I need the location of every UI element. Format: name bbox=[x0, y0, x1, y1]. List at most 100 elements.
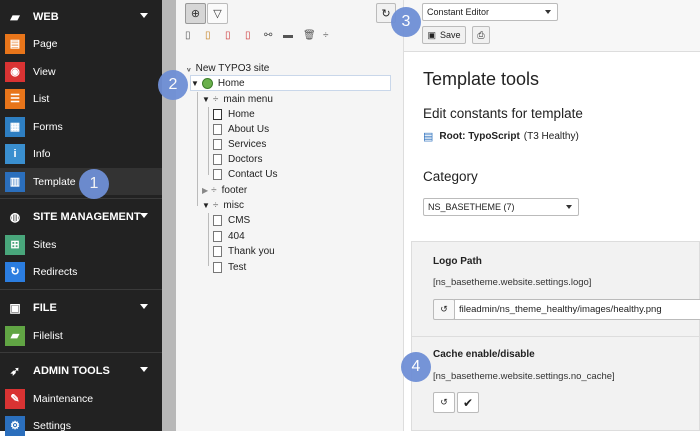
tree-node[interactable]: 404 bbox=[213, 229, 245, 244]
tree-node[interactable]: Home bbox=[213, 107, 255, 122]
chevron-down-icon bbox=[566, 205, 572, 209]
tree-node-label: Services bbox=[228, 139, 267, 150]
page-icon bbox=[213, 215, 222, 226]
folder-icon[interactable]: ▬ bbox=[283, 30, 293, 41]
tree-node-home[interactable]: ▼ Home bbox=[191, 76, 245, 91]
module-maintenance-label: Maintenance bbox=[33, 392, 94, 405]
eye-icon: ◉ bbox=[5, 61, 25, 82]
tree-node-misc[interactable]: ▼ ÷ misc bbox=[202, 198, 244, 213]
module-view[interactable]: ◉ View bbox=[0, 58, 162, 85]
tree-node[interactable]: Thank you bbox=[213, 244, 275, 259]
collapse-icon: ▼ bbox=[202, 201, 210, 210]
module-page[interactable]: ▤ Page bbox=[0, 30, 162, 57]
module-filelist[interactable]: ▰ Filelist bbox=[0, 322, 162, 349]
section-file-label: FILE bbox=[33, 302, 57, 314]
module-template-label: Template bbox=[33, 175, 76, 188]
tree-line bbox=[197, 92, 198, 206]
callout-badge: 1 bbox=[79, 169, 109, 199]
tree-node-label: Thank you bbox=[228, 246, 275, 257]
section-site-management[interactable]: ◍ SITE MANAGEMENT bbox=[0, 204, 162, 230]
save-icon: ▣ bbox=[427, 29, 436, 40]
tree-line bbox=[208, 213, 209, 266]
tree-node[interactable]: Contact Us bbox=[213, 167, 277, 182]
constant-cache-panel: Cache enable/disable [ns_basetheme.websi… bbox=[411, 337, 700, 431]
section-admin-tools-label: ADMIN TOOLS bbox=[33, 365, 110, 377]
callout-badge: 2 bbox=[158, 70, 188, 100]
module-info[interactable]: i Info bbox=[0, 140, 162, 167]
module-forms[interactable]: ▦ Forms bbox=[0, 113, 162, 140]
constant-cache-key: [ns_basetheme.website.settings.no_cache] bbox=[433, 371, 615, 382]
page-type-icon[interactable]: ▯ bbox=[185, 30, 191, 41]
reset-logo-button[interactable]: ↺ bbox=[433, 299, 455, 320]
module-page-label: Page bbox=[33, 37, 58, 50]
link-icon[interactable]: ⚯ bbox=[264, 30, 272, 41]
refresh-icon: ↻ bbox=[381, 7, 391, 20]
new-page-button[interactable]: ⊕ bbox=[185, 3, 206, 24]
page-icon bbox=[213, 262, 222, 273]
sites-icon: ⊞ bbox=[5, 234, 25, 255]
callout-badge: 4 bbox=[401, 352, 431, 382]
page-type-icon[interactable]: ▯ bbox=[225, 30, 231, 41]
chevron-down-icon bbox=[140, 213, 148, 218]
constant-cache-label: Cache enable/disable bbox=[433, 349, 535, 360]
callout-badge: 3 bbox=[391, 7, 421, 37]
save-button[interactable]: ▣ Save bbox=[422, 26, 466, 44]
module-redirects[interactable]: ↻ Redirects bbox=[0, 258, 162, 285]
module-view-label: View bbox=[33, 65, 56, 78]
page-icon bbox=[213, 169, 222, 180]
tree-node[interactable]: Test bbox=[213, 260, 246, 275]
cache-checkbox-button[interactable]: ✔ bbox=[457, 392, 479, 413]
divider-icon[interactable]: ÷ bbox=[323, 30, 329, 41]
logo-path-input[interactable]: fileadmin/ns_theme_healthy/images/health… bbox=[454, 299, 700, 320]
section-web[interactable]: ▰ WEB bbox=[0, 4, 162, 30]
section-file[interactable]: ▣ FILE bbox=[0, 295, 162, 321]
tree-node-footer[interactable]: ▶ ÷ footer bbox=[202, 183, 247, 198]
constant-logo-key: [ns_basetheme.website.settings.logo] bbox=[433, 277, 592, 288]
tree-root[interactable]: ᵥ New TYPO3 site bbox=[187, 61, 269, 76]
module-sites-label: Sites bbox=[33, 238, 57, 251]
doc-header: ↻ Constant Editor ▣ Save ⎙ bbox=[376, 0, 700, 52]
constant-logo-panel: Logo Path [ns_basetheme.website.settings… bbox=[411, 241, 700, 337]
divider bbox=[0, 198, 162, 199]
filter-button[interactable]: ▽ bbox=[207, 3, 228, 24]
module-list[interactable]: ☰ List bbox=[0, 85, 162, 112]
tree-node[interactable]: Services bbox=[213, 137, 266, 152]
module-sites[interactable]: ⊞ Sites bbox=[0, 231, 162, 258]
template-root[interactable]: ▤ Root: TypoScript (T3 Healthy) bbox=[423, 130, 579, 143]
category-select-value: NS_BASETHEME (7) bbox=[428, 202, 515, 212]
tree-node[interactable]: Doctors bbox=[213, 152, 262, 167]
module-settings[interactable]: ⚙ Settings bbox=[0, 412, 162, 439]
redirects-icon: ↻ bbox=[5, 261, 25, 282]
filelist-icon: ▰ bbox=[5, 325, 25, 346]
trash-icon[interactable]: 🗑 bbox=[303, 30, 316, 41]
wrench-icon: ✎ bbox=[5, 388, 25, 409]
section-site-management-label: SITE MANAGEMENT bbox=[33, 211, 141, 223]
tree-node-label: CMS bbox=[228, 215, 251, 226]
page-icon bbox=[213, 139, 222, 150]
tree-node[interactable]: CMS bbox=[213, 213, 250, 228]
tree-node-main-menu[interactable]: ▼ ÷ main menu bbox=[202, 92, 273, 107]
reset-cache-button[interactable]: ↺ bbox=[433, 392, 455, 413]
tree-node-label: About Us bbox=[228, 124, 270, 135]
page-title: Template tools bbox=[423, 69, 540, 89]
scrollbar-gutter bbox=[162, 0, 176, 431]
view-page-button[interactable]: ⎙ bbox=[472, 26, 490, 44]
module-info-label: Info bbox=[33, 147, 51, 160]
tree-node-misc-label: misc bbox=[223, 200, 244, 211]
category-select[interactable]: NS_BASETHEME (7) bbox=[423, 198, 579, 216]
save-button-label: Save bbox=[440, 30, 461, 40]
function-select[interactable]: Constant Editor bbox=[422, 3, 558, 21]
template-root-suffix: (T3 Healthy) bbox=[523, 131, 579, 142]
page-type-icon[interactable]: ▯ bbox=[205, 30, 211, 41]
content-area: Template tools Edit constants for templa… bbox=[404, 52, 700, 431]
module-filelist-label: Filelist bbox=[33, 329, 63, 342]
menu-separator-icon: ÷ bbox=[212, 94, 219, 105]
page-icon bbox=[213, 246, 222, 257]
tree-node[interactable]: About Us bbox=[213, 122, 269, 137]
module-maintenance[interactable]: ✎ Maintenance bbox=[0, 385, 162, 412]
tree-root-label: New TYPO3 site bbox=[195, 63, 270, 74]
section-admin-tools[interactable]: ➶ ADMIN TOOLS bbox=[0, 358, 162, 384]
module-list-label: List bbox=[33, 92, 50, 105]
filter-icon: ▽ bbox=[213, 8, 222, 20]
page-type-icon[interactable]: ▯ bbox=[245, 30, 251, 41]
